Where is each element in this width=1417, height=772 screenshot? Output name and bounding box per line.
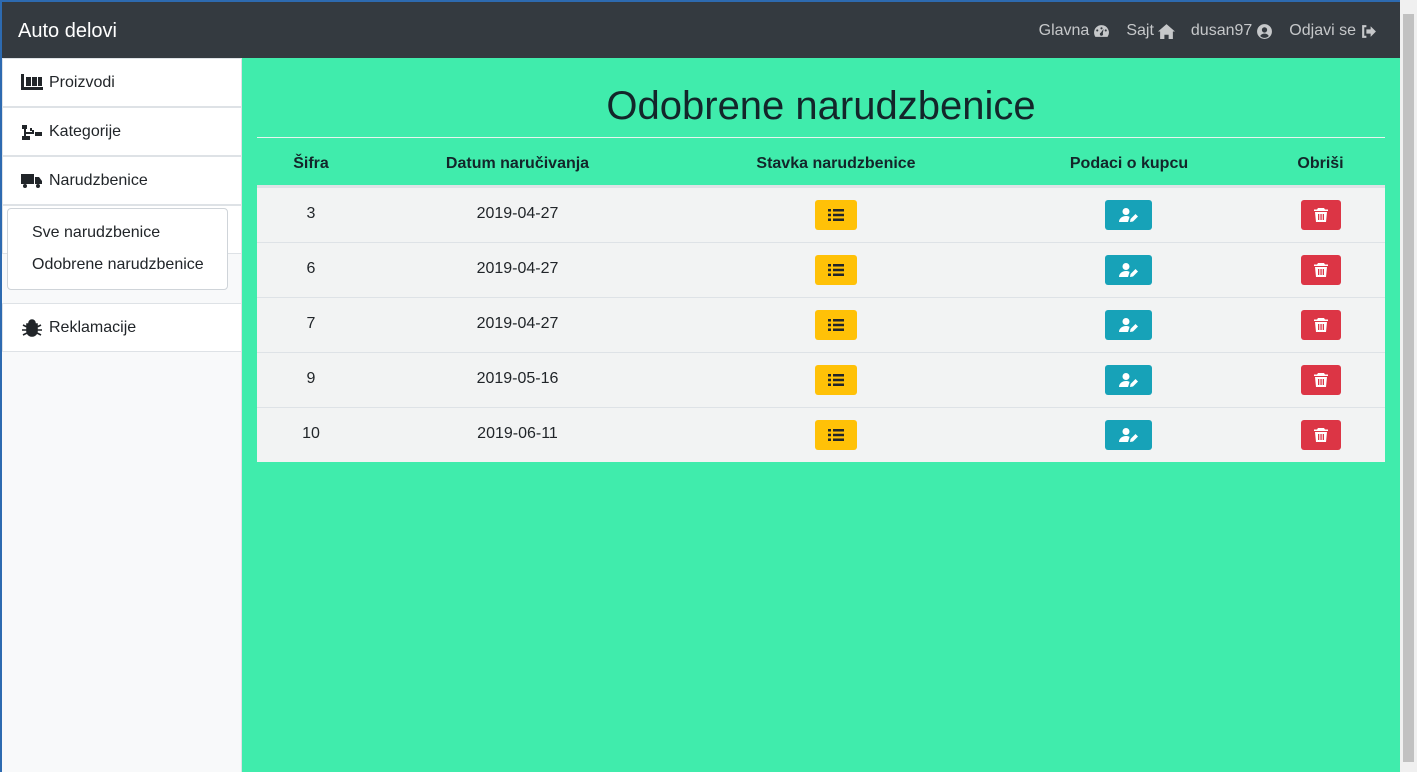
sidebar: Proizvodi Kategorije Narudzbenice Reklam… <box>0 58 242 772</box>
nav-links: Glavna Sajt dusan97 Odjavi se <box>1039 22 1377 40</box>
order-items-button[interactable] <box>815 310 857 340</box>
list-icon <box>828 429 844 441</box>
nav-link-glavna[interactable]: Glavna <box>1039 22 1111 40</box>
header-stavka: Stavka narudzbenice <box>756 155 916 172</box>
cell-sifra: 10 <box>302 425 320 442</box>
orders-table: Šifra Datum naručivanja Stavka narudzben… <box>257 138 1385 462</box>
cell-datum: 2019-06-11 <box>477 425 558 442</box>
header-datum: Datum naručivanja <box>445 155 590 172</box>
narudzbenice-dropdown-menu: Sve narudzbenice Odobrene narudzbenice <box>7 208 228 290</box>
trash-icon <box>1314 373 1328 387</box>
delete-order-button[interactable] <box>1301 420 1341 450</box>
delete-order-button[interactable] <box>1301 365 1341 395</box>
tachometer-icon <box>1094 24 1110 37</box>
brand-title[interactable]: Auto delovi <box>18 20 117 43</box>
cell-sifra: 9 <box>306 370 316 387</box>
table-body: 3 2019-04-27 6 2019-04-27 7 2019-04-27 9… <box>257 187 1385 462</box>
customer-info-button[interactable] <box>1105 420 1152 450</box>
nav-link-label: Glavna <box>1038 22 1090 39</box>
cell-sifra: 7 <box>306 315 316 332</box>
table-row: 3 2019-04-27 <box>257 187 1385 242</box>
delete-order-button[interactable] <box>1301 200 1341 230</box>
table-row: 7 2019-04-27 <box>257 297 1385 352</box>
user-edit-icon <box>1118 428 1138 442</box>
header-podaci-kupcu: Podaci o kupcu <box>1069 155 1189 172</box>
page-title: Odobrene narudzbenice <box>606 84 1036 128</box>
dropdown-item-sve-narudzbenice[interactable]: Sve narudzbenice <box>8 221 227 253</box>
bug-icon <box>22 318 42 337</box>
sidebar-item-kategorije[interactable]: Kategorije <box>2 107 242 156</box>
scrollbar-thumb[interactable] <box>1403 14 1414 762</box>
sidebar-item-label: Kategorije <box>49 122 122 140</box>
user-edit-icon <box>1118 263 1138 277</box>
order-items-button[interactable] <box>815 420 857 450</box>
delete-order-button[interactable] <box>1301 310 1341 340</box>
trash-icon <box>1314 318 1328 332</box>
nav-link-logout[interactable]: Odjavi se <box>1289 22 1377 40</box>
table-header: Šifra Datum naručivanja Stavka narudzben… <box>257 138 1385 187</box>
top-navbar: Auto delovi Glavna Sajt dusan97 Odjavi s… <box>0 0 1417 58</box>
cell-datum: 2019-05-16 <box>476 370 559 387</box>
main-content: Odobrene narudzbenice Šifra Datum naruči… <box>242 58 1400 772</box>
cell-sifra: 6 <box>306 260 316 277</box>
user-edit-icon <box>1118 373 1138 387</box>
nav-link-sajt[interactable]: Sajt <box>1126 22 1175 40</box>
cell-sifra: 3 <box>306 205 316 222</box>
window-scrollbar[interactable] <box>1400 0 1417 772</box>
sign-out-icon <box>1362 24 1376 38</box>
pallet-icon <box>21 73 43 90</box>
customer-info-button[interactable] <box>1105 255 1152 285</box>
trash-icon <box>1314 208 1328 222</box>
trash-icon <box>1314 263 1328 277</box>
user-edit-icon <box>1118 208 1138 222</box>
cell-datum: 2019-04-27 <box>476 260 559 277</box>
table-row: 10 2019-06-11 <box>257 407 1385 462</box>
trash-icon <box>1314 428 1328 442</box>
sidebar-item-label: Narudzbenice <box>49 171 148 189</box>
table-row: 9 2019-05-16 <box>257 352 1385 407</box>
customer-info-button[interactable] <box>1105 310 1152 340</box>
list-icon <box>828 374 844 386</box>
sidebar-item-narudzbenice[interactable]: Narudzbenice <box>2 156 242 205</box>
user-edit-icon <box>1118 318 1138 332</box>
cell-datum: 2019-04-27 <box>476 315 559 332</box>
nav-link-user[interactable]: dusan97 <box>1191 22 1273 40</box>
list-icon <box>828 319 844 331</box>
order-items-button[interactable] <box>815 200 857 230</box>
sidebar-item-reklamacije[interactable]: Reklamacije <box>2 303 242 352</box>
dropdown-item-odobrene-narudzbenice[interactable]: Odobrene narudzbenice <box>8 253 227 285</box>
truck-icon <box>21 173 42 188</box>
sidebar-item-label: Proizvodi <box>49 73 115 91</box>
user-circle-icon <box>1257 23 1273 39</box>
cell-datum: 2019-04-27 <box>476 205 559 222</box>
nav-link-label: dusan97 <box>1190 22 1253 39</box>
nav-link-label: Odjavi se <box>1289 22 1356 39</box>
sidebar-item-label: Reklamacije <box>49 318 137 336</box>
customer-info-button[interactable] <box>1105 365 1152 395</box>
order-items-button[interactable] <box>815 365 857 395</box>
list-icon <box>828 209 844 221</box>
customer-info-button[interactable] <box>1105 200 1152 230</box>
nav-link-label: Sajt <box>1126 22 1154 39</box>
header-obrisi: Obriši <box>1297 155 1344 172</box>
home-icon <box>1157 23 1175 39</box>
table-row: 6 2019-04-27 <box>257 242 1385 297</box>
list-icon <box>828 264 844 276</box>
sitemap-icon <box>22 124 42 140</box>
header-sifra: Šifra <box>293 155 329 172</box>
order-items-button[interactable] <box>815 255 857 285</box>
delete-order-button[interactable] <box>1301 255 1341 285</box>
sidebar-item-proizvodi[interactable]: Proizvodi <box>2 58 242 107</box>
